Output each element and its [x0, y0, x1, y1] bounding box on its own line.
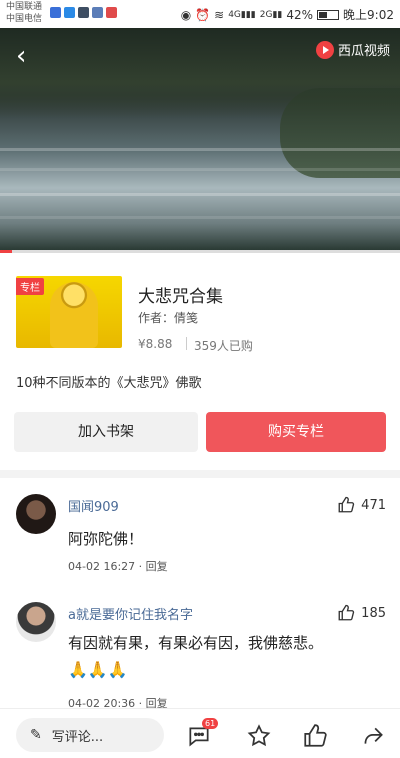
- avatar[interactable]: [16, 494, 56, 534]
- carrier-1: 中国联通: [6, 2, 43, 12]
- column-cover-image: 专栏: [16, 276, 122, 348]
- status-bar: 中国联通 中国电信 ◉ ⏰ ≋ 4G▮▮▮ 2G▮▮ 42% 晚上9:02: [0, 0, 400, 28]
- app-notification-icon: [64, 7, 75, 18]
- column-tag-badge: 专栏: [16, 278, 44, 295]
- thumbs-up-icon: [338, 604, 355, 621]
- video-progress-bar[interactable]: [0, 250, 400, 253]
- battery-percent: 42%: [286, 7, 314, 22]
- add-to-shelf-button[interactable]: 加入书架: [14, 412, 198, 452]
- comment-text: 有因就有果，有果必有因，我佛慈悲。: [68, 634, 324, 652]
- clock: 晚上9:02: [343, 8, 394, 22]
- comment-like-button[interactable]: 471: [337, 496, 386, 514]
- column-sold-count: 359人已购: [194, 339, 253, 353]
- battery-icon: [317, 9, 340, 20]
- like-count: 185: [361, 605, 386, 621]
- avatar[interactable]: [16, 602, 56, 642]
- comment-like-button[interactable]: 185: [337, 604, 386, 622]
- comment-username[interactable]: a就是要你记住我名字: [68, 604, 193, 623]
- carrier-2: 中国电信: [6, 14, 43, 24]
- share-icon[interactable]: [360, 723, 386, 749]
- column-author: 作者：倩笺: [138, 311, 199, 325]
- signal-icon: 2G▮▮: [259, 9, 283, 20]
- write-comment-input[interactable]: ✎ 写评论...: [16, 718, 164, 752]
- alarm-icon: ⏰: [195, 7, 211, 22]
- thumbs-up-icon: [338, 496, 355, 513]
- comment-count-badge: 61: [202, 718, 219, 729]
- column-card[interactable]: 专栏 大悲咒合集 作者：倩笺 ¥8.88 359人已购: [14, 274, 386, 354]
- app-notification-icon: [106, 7, 117, 18]
- column-description: 10种不同版本的《大悲咒》佛歌: [16, 376, 202, 391]
- comment-text: 阿弥陀佛！: [68, 530, 144, 548]
- brand-watermark: 西瓜视频: [315, 40, 390, 59]
- column-title: 大悲咒合集: [138, 287, 223, 307]
- comment-meta: 04-02 16:27 · 回复: [68, 558, 168, 574]
- comment-item: 国闻909 471 阿弥陀佛！ 04-02 16:27 · 回复: [0, 478, 400, 578]
- star-icon[interactable]: [246, 723, 272, 749]
- video-player[interactable]: ‹ 西瓜视频: [0, 28, 400, 250]
- like-count: 471: [361, 497, 386, 513]
- comment-item: a就是要你记住我名字 185 有因就有果，有果必有因，我佛慈悲。 🙏🙏🙏 04-…: [0, 590, 400, 710]
- app-notification-icon: [50, 7, 61, 18]
- app-notification-icon: [78, 7, 89, 18]
- comment-time: 04-02 16:27: [68, 560, 136, 573]
- brand-name: 西瓜视频: [337, 44, 390, 59]
- carrier-labels: 中国联通 中国电信: [6, 1, 42, 25]
- divider: [186, 337, 187, 350]
- signal-icon: 4G▮▮▮: [228, 9, 256, 20]
- column-price: ¥8.88: [138, 337, 173, 351]
- notification-icons: [50, 7, 117, 18]
- reply-link[interactable]: · 回复: [139, 560, 168, 573]
- buddha-image: [50, 282, 98, 348]
- status-right: ◉ ⏰ ≋ 4G▮▮▮ 2G▮▮ 42% 晚上9:02: [181, 6, 394, 23]
- eye-icon: ◉: [180, 7, 192, 22]
- back-button[interactable]: ‹: [16, 42, 40, 70]
- section-divider: [0, 470, 400, 478]
- app-notification-icon: [92, 7, 103, 18]
- write-comment-placeholder: 写评论...: [51, 729, 104, 745]
- thumbs-up-icon[interactable]: [302, 723, 328, 749]
- buy-column-button[interactable]: 购买专栏: [206, 412, 386, 452]
- chevron-left-icon: ‹: [16, 41, 27, 71]
- play-logo-icon: [315, 40, 334, 59]
- pencil-icon: ✎: [30, 727, 42, 743]
- praying-hands-emoji: 🙏🙏🙏: [68, 660, 128, 679]
- comment-username[interactable]: 国闻909: [68, 496, 119, 515]
- bottom-action-bar: ✎ 写评论... 61: [0, 708, 400, 758]
- video-progress-fill: [0, 250, 12, 253]
- wifi-icon: ≋: [214, 7, 225, 22]
- video-frame-bank: [280, 88, 400, 178]
